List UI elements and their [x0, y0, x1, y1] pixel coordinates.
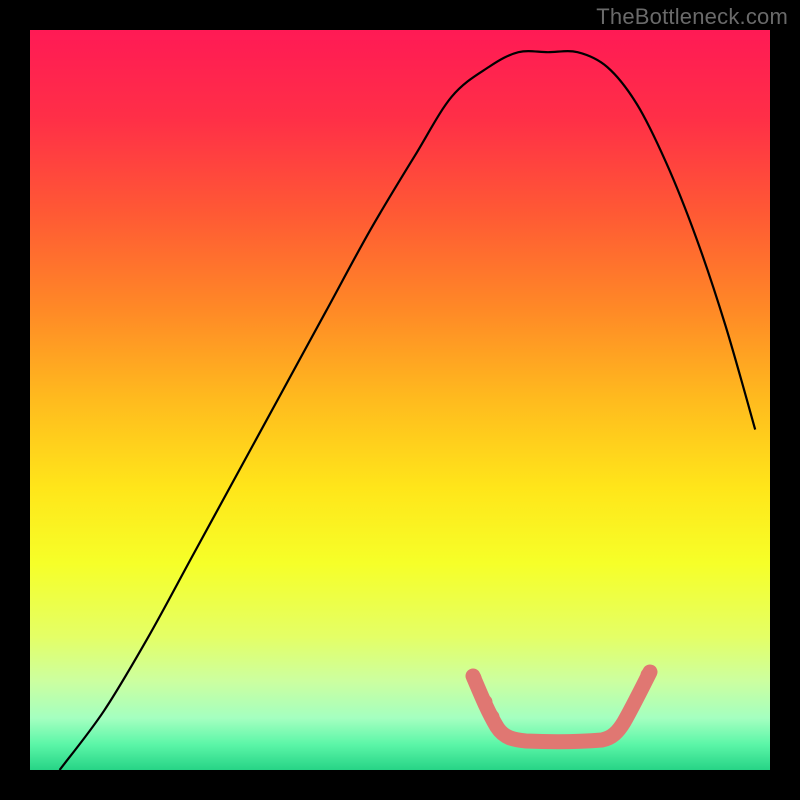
curve-layer: [30, 30, 770, 770]
bottleneck-curve: [60, 51, 756, 770]
watermark-text: TheBottleneck.com: [596, 4, 788, 30]
chart-frame: TheBottleneck.com: [0, 0, 800, 800]
highlight-marker: [473, 672, 650, 742]
plot-area: [30, 30, 770, 770]
